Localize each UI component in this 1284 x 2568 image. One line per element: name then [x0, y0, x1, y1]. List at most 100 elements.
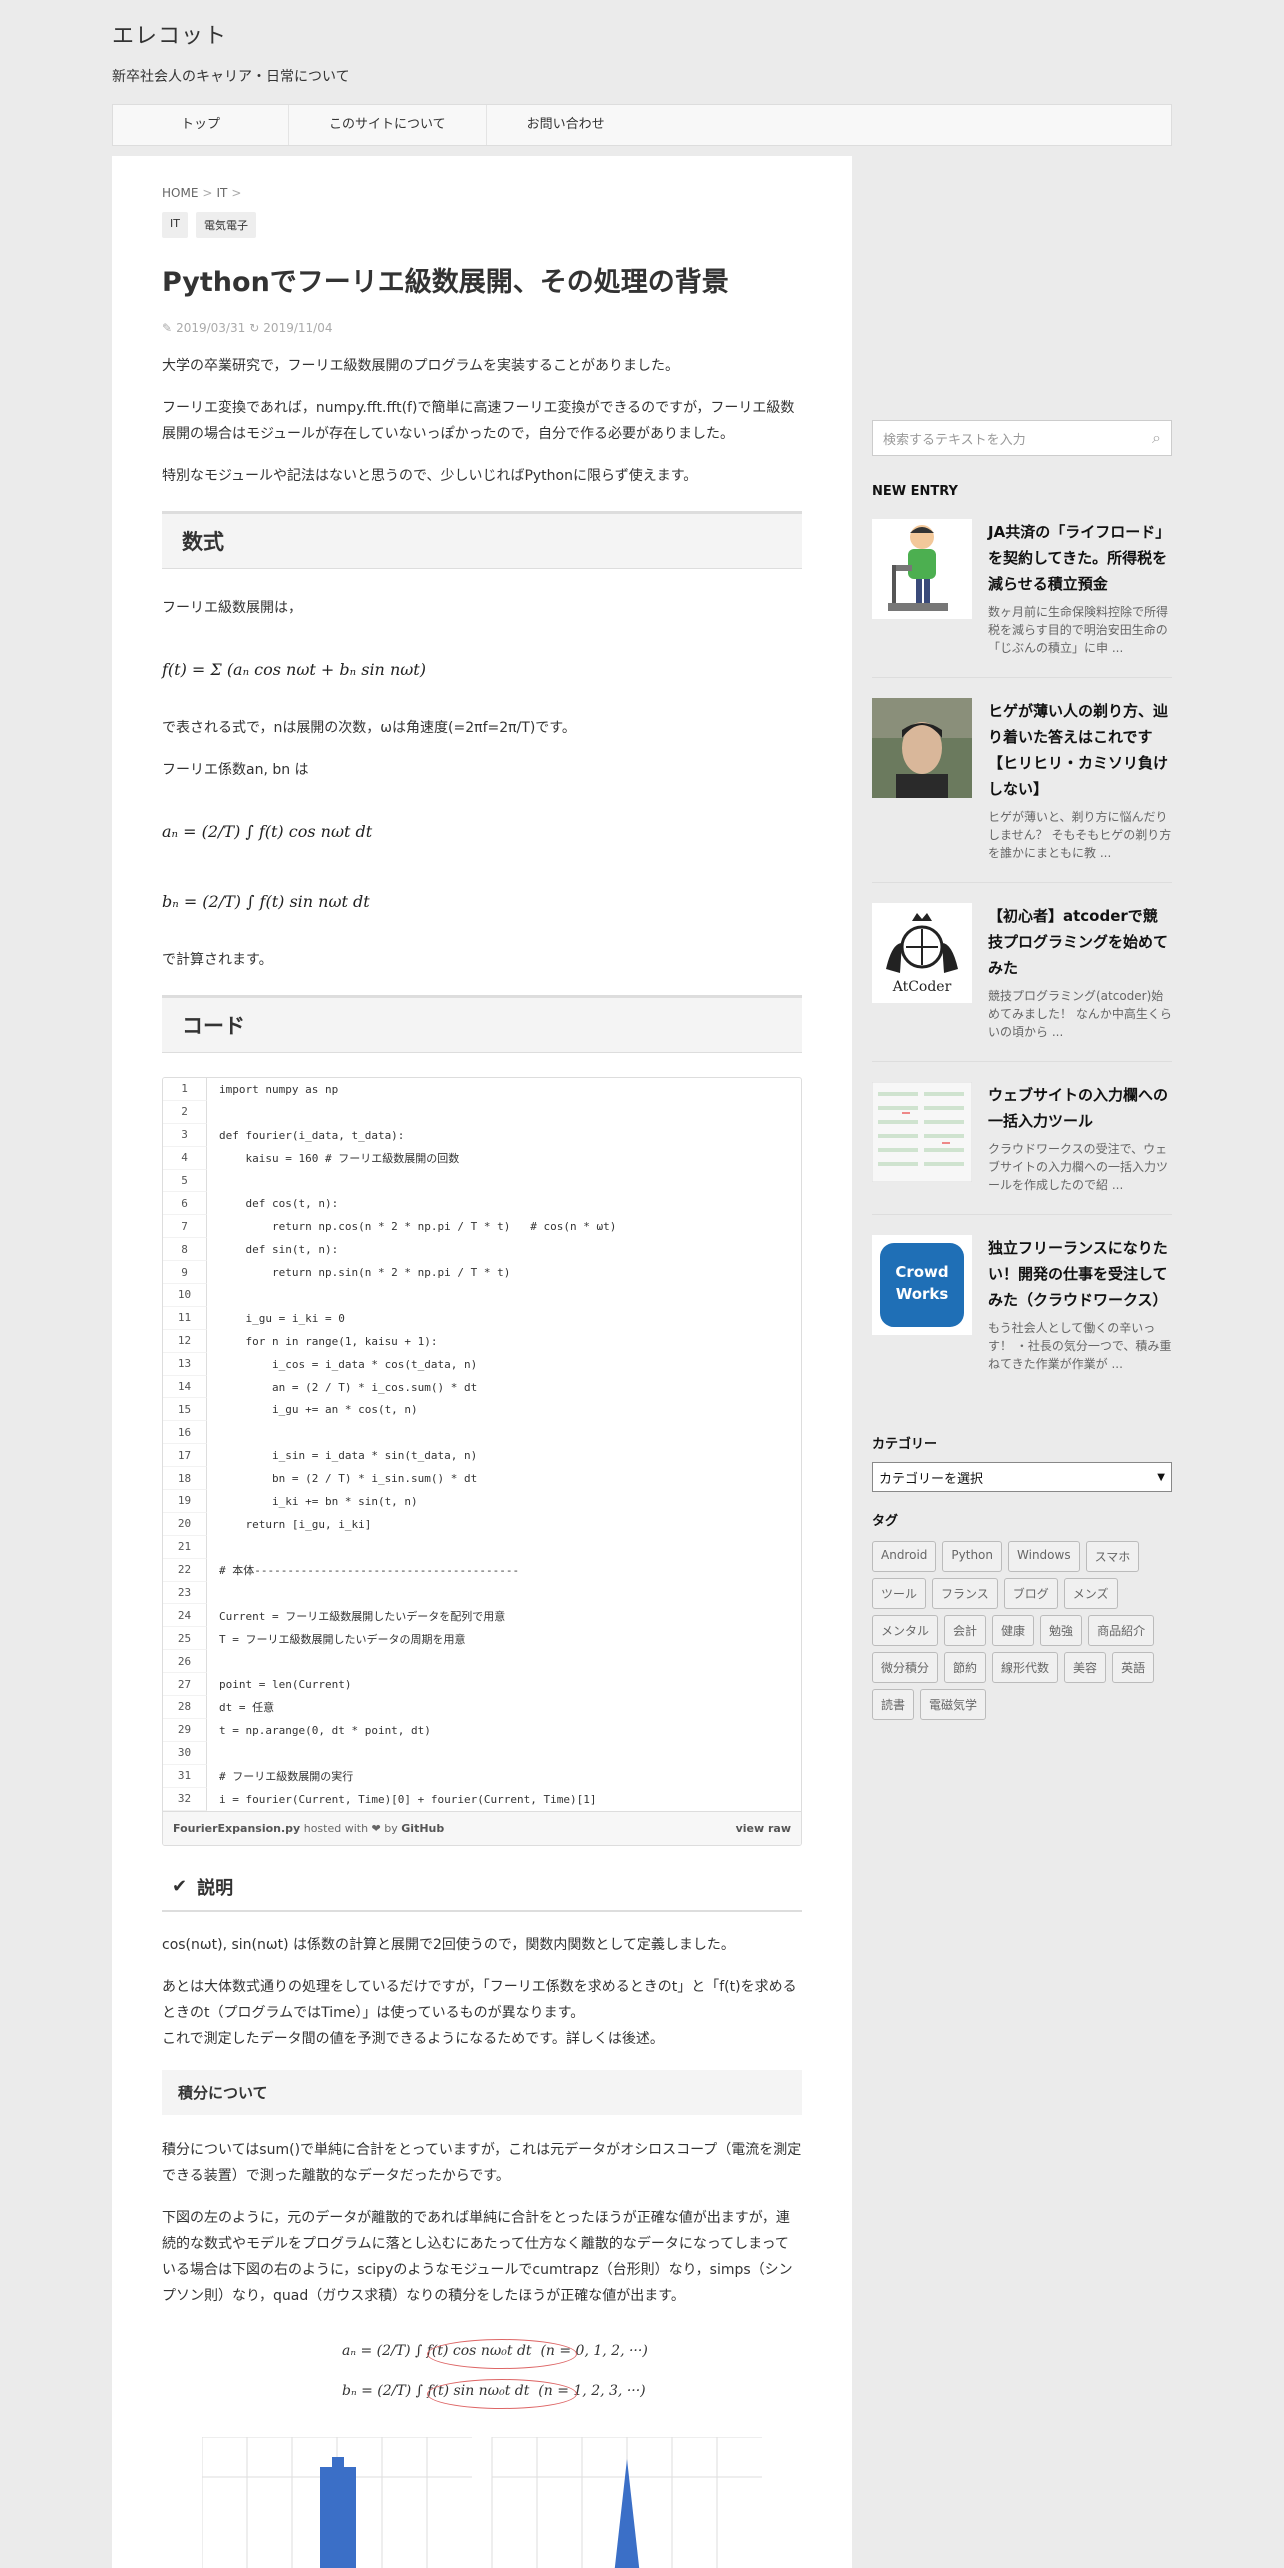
entry-title[interactable]: ヒゲが薄い人の剃り方、辿り着いた答えはこれです【ヒリヒリ・カミソリ負けしない】 — [988, 698, 1172, 802]
code-text: import numpy as np — [219, 1082, 339, 1096]
entry-title[interactable]: JA共済の「ライフロード」を契約してきた。所得税を減らせる積立預金 — [988, 519, 1172, 597]
nav-item-contact[interactable]: お問い合わせ — [487, 105, 645, 145]
site-title[interactable]: エレコット — [112, 18, 350, 50]
code-text: i_cos = i_data * cos(t_data, n) — [219, 1357, 478, 1371]
tag-link[interactable]: 美容 — [1064, 1652, 1107, 1683]
code-line: 18 bn = (2 / T) * i_sin.sum() * dt — [163, 1467, 801, 1491]
entry-excerpt: クラウドワークスの受注で、ウェブサイトの入力欄への一括入力ツールを作成したので紹… — [988, 1142, 1169, 1192]
formula-bn: bₙ = (2/T) ∫ f(t) sin nωt dt — [162, 891, 370, 911]
code-line: 16 — [163, 1421, 801, 1445]
refresh-icon: ↻ — [249, 321, 260, 335]
breadcrumb-category[interactable]: IT — [216, 186, 227, 200]
gist-github-link[interactable]: GitHub — [401, 1822, 444, 1835]
page-title: Pythonでフーリエ級数展開、その処理の背景 — [162, 267, 729, 298]
entry-thumbnail[interactable]: AtCoder — [872, 903, 972, 1003]
crowdworks-logo-text: Crowd Works — [895, 1263, 949, 1303]
tag-link[interactable]: メンズ — [1063, 1578, 1118, 1609]
line-number: 27 — [163, 1673, 207, 1697]
article-container: HOME > IT > IT 電気電子 Pythonでフーリエ級数展開、その処理の背景… — [112, 156, 852, 2568]
view-raw-link[interactable]: view raw — [736, 1822, 791, 1835]
tag-link[interactable]: 節約 — [944, 1652, 987, 1683]
tag-link[interactable]: 会計 — [944, 1615, 987, 1646]
search-icon[interactable]: ⌕ — [1152, 428, 1161, 448]
paragraph: で表される式で，nは展開の次数，ωは角速度(=2πf=2π/T)です。 — [162, 720, 576, 736]
code-text: Current = フーリエ級数展開したいデータを配列で用意 — [219, 1609, 506, 1623]
line-number: 11 — [163, 1306, 207, 1330]
code-text: return np.cos(n * 2 * np.pi / T * t) # c… — [219, 1220, 617, 1234]
code-line: 2 — [163, 1100, 801, 1124]
gist-filename[interactable]: FourierExpansion.py — [173, 1822, 300, 1835]
entry-thumbnail[interactable] — [871, 1081, 973, 1183]
list-item[interactable]: ヒゲが薄い人の剃り方、辿り着いた答えはこれです【ヒリヒリ・カミソリ負けしない】 … — [872, 678, 1172, 883]
line-number: 23 — [163, 1581, 207, 1605]
line-number: 12 — [163, 1329, 207, 1353]
code-text: # 本体------------------------------------… — [219, 1564, 520, 1578]
paragraph: 大学の卒業研究で，フーリエ級数展開のプログラムを実装することがありました。 — [162, 358, 680, 374]
line-number: 17 — [163, 1444, 207, 1468]
tag-heading: タグ — [872, 1514, 899, 1529]
code-line: 8 def sin(t, n): — [163, 1238, 801, 1262]
entry-excerpt: ヒゲが薄いと、剃り方に悩んだりしません？ そもそもヒゲの剃り方を誰かにまともに教… — [988, 810, 1172, 860]
code-text: kaisu = 160 # フーリエ級数展開の回数 — [219, 1152, 460, 1166]
entry-title[interactable]: ウェブサイトの入力欄への一括入力ツール — [988, 1082, 1172, 1134]
code-line: 23 — [163, 1581, 801, 1605]
entry-excerpt: 競技プログラミング(atcoder)始めてみました！ なんか中高生くらいの頃から… — [988, 989, 1172, 1039]
code-text: bn = (2 / T) * i_sin.sum() * dt — [219, 1472, 478, 1486]
paragraph: 積分についてはsum()で単純に合計をとっていますが，これは元データがオシロスコ… — [162, 2141, 802, 2184]
tag-link[interactable]: ブログ — [1003, 1578, 1058, 1609]
code-line: 24 Current = フーリエ級数展開したいデータを配列で用意 — [163, 1604, 801, 1628]
post-dates: ✎ 2019/03/31 ↻ 2019/11/04 — [162, 321, 802, 335]
code-line: 5 — [163, 1169, 801, 1193]
tag-link[interactable]: 読書 — [872, 1689, 915, 1720]
code-line: 27 point = len(Current) — [163, 1673, 801, 1697]
tag-link[interactable]: 英語 — [1112, 1652, 1155, 1683]
heading-explain-label: 説明 — [197, 1877, 234, 1899]
tag-chip-it[interactable]: IT — [162, 212, 188, 238]
paragraph: 特別なモジュールや記法はないと思うので、少しいじればPythonに限らず使えます… — [162, 468, 698, 484]
tag-link[interactable]: メンタル — [872, 1615, 939, 1646]
list-item[interactable]: AtCoder 【初心者】atcoderで競技プログラミングを始めてみた 競技プ… — [872, 883, 1172, 1062]
figure-integral: aₙ = (2/T) ∫ f(t) cos nω₀t dt (n = 0, 1,… — [202, 2333, 762, 2568]
tag-link[interactable]: 商品紹介 — [1088, 1615, 1155, 1646]
code-text: dt = 任意 — [219, 1701, 275, 1715]
line-number: 19 — [163, 1490, 207, 1513]
heading-integral: 積分について — [162, 2069, 802, 2115]
tag-link[interactable]: 勉強 — [1040, 1615, 1083, 1646]
entry-thumbnail[interactable] — [872, 698, 972, 798]
tag-link[interactable]: 健康 — [992, 1615, 1035, 1646]
list-item[interactable]: Crowd Works 独立フリーランスになりたい！開発の仕事を受注してみた（ク… — [872, 1215, 1172, 1393]
tag-link[interactable]: Python — [942, 1541, 1003, 1572]
nav-item-about[interactable]: このサイトについて — [289, 105, 487, 145]
code-line: 14 an = (2 / T) * i_cos.sum() * dt — [163, 1375, 801, 1399]
nav-item-top[interactable]: トップ — [113, 105, 290, 145]
article-tags: IT 電気電子 — [162, 212, 802, 238]
tag-link[interactable]: 微分積分 — [872, 1652, 939, 1683]
entry-title[interactable]: 【初心者】atcoderで競技プログラミングを始めてみた — [988, 903, 1172, 981]
tag-link[interactable]: スマホ — [1085, 1541, 1140, 1572]
tag-link[interactable]: Windows — [1008, 1541, 1080, 1572]
sidebar: 検索するテキストを入力 ⌕ NEW ENTRY JA共済の「ライフロード」を契約… — [871, 420, 1172, 1720]
tag-chip-electric[interactable]: 電気電子 — [195, 212, 256, 238]
code-text: i_gu += an * cos(t, n) — [219, 1403, 418, 1417]
breadcrumb: HOME > IT > — [162, 186, 242, 200]
tag-link[interactable]: 電磁気学 — [920, 1689, 987, 1720]
line-number: 14 — [163, 1375, 207, 1399]
list-item[interactable]: ウェブサイトの入力欄への一括入力ツール クラウドワークスの受注で、ウェブサイトの… — [871, 1062, 1172, 1215]
entry-thumbnail[interactable] — [872, 519, 972, 619]
breadcrumb-home[interactable]: HOME — [162, 186, 198, 200]
code-gist: 1 import numpy as np 2 3 def fourier(i_data,… — [162, 1077, 802, 1846]
date-updated: 2019/11/04 — [263, 321, 333, 335]
line-number: 25 — [163, 1627, 207, 1651]
category-select[interactable]: カテゴリーを選択 ▼ — [872, 1462, 1172, 1492]
tag-link[interactable]: ツール — [872, 1578, 927, 1609]
list-item[interactable]: JA共済の「ライフロード」を契約してきた。所得税を減らせる積立預金 数ヶ月前に生… — [872, 499, 1172, 678]
code-line: 10 — [163, 1284, 801, 1307]
tag-link[interactable]: フランス — [932, 1578, 998, 1609]
entry-title[interactable]: 独立フリーランスになりたい！開発の仕事を受注してみた（クラウドワークス） — [988, 1235, 1172, 1313]
entry-thumbnail[interactable]: Crowd Works — [872, 1235, 972, 1335]
code-text: i_ki += bn * sin(t, n) — [219, 1494, 418, 1508]
tag-link[interactable]: 線形代数 — [992, 1652, 1059, 1683]
search-input[interactable]: 検索するテキストを入力 ⌕ — [872, 420, 1172, 456]
tag-link[interactable]: Android — [872, 1541, 937, 1572]
paragraph: フーリエ変換であれば，numpy.fft.fft(f)で簡単に高速フーリエ変換が… — [162, 400, 795, 442]
